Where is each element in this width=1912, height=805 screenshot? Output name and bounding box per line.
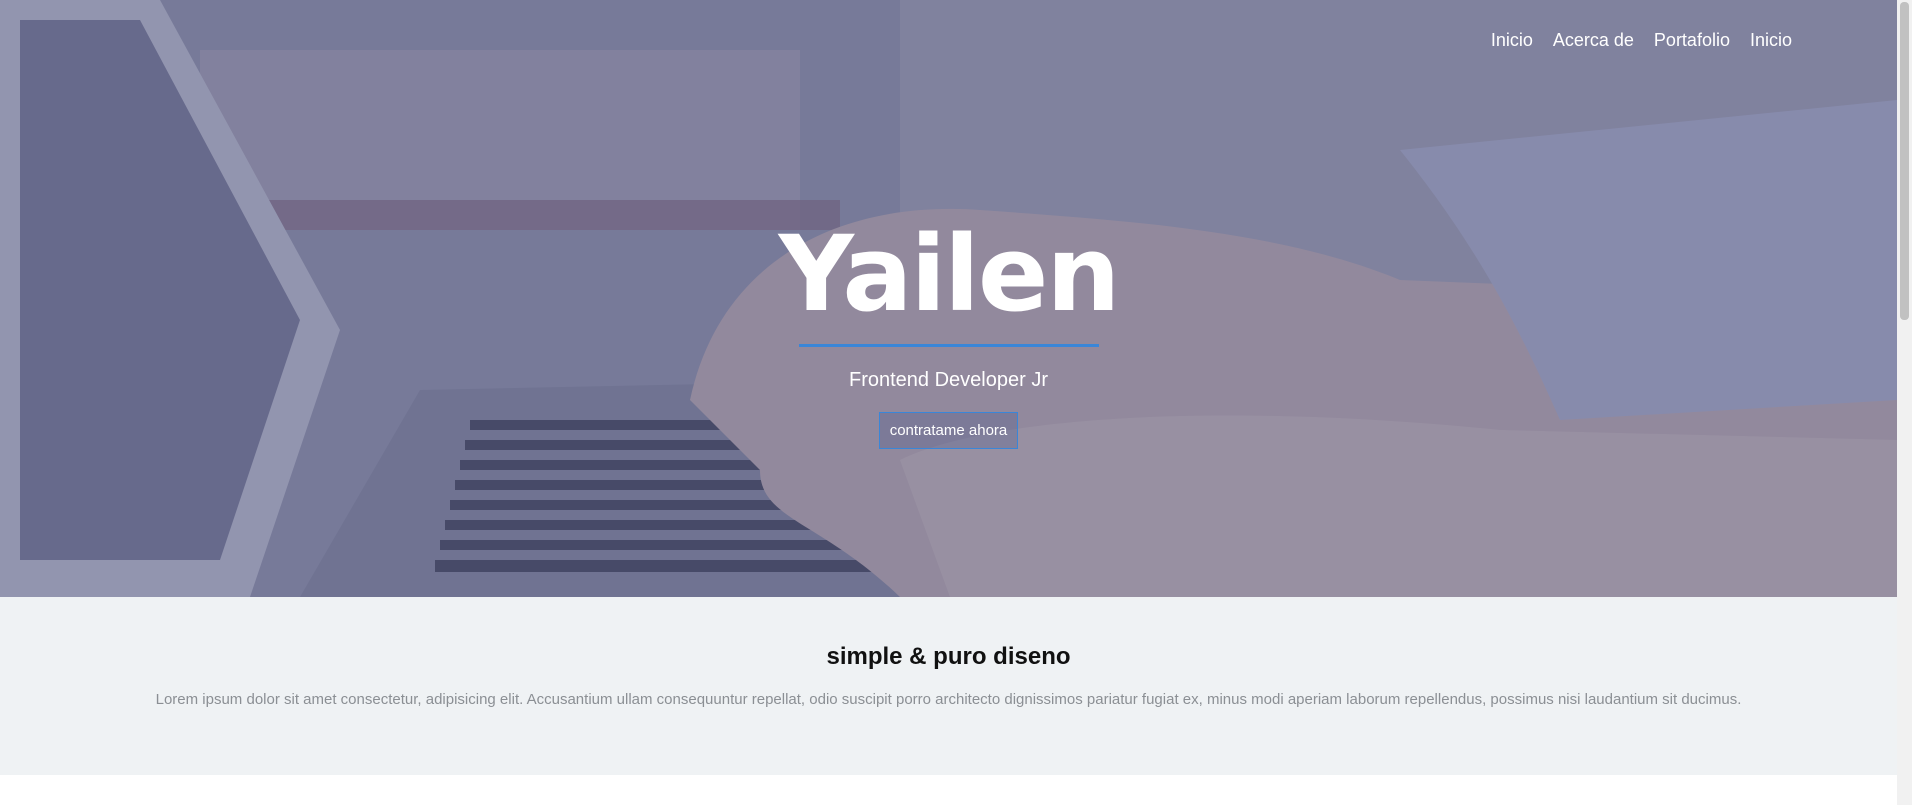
hero-title: Yailen: [778, 213, 1121, 335]
section-title: simple & puro diseno: [826, 643, 1071, 670]
scrollbar-thumb[interactable]: [1900, 2, 1909, 320]
nav-item-portafolio[interactable]: Portafolio: [1654, 30, 1730, 51]
hero-subtitle: Frontend Developer Jr: [849, 369, 1048, 391]
page: Inicio Acerca de Portafolio Inicio Yaile…: [0, 0, 1897, 805]
vertical-scrollbar[interactable]: [1897, 0, 1912, 805]
hero-divider: [798, 344, 1099, 347]
hero-section: Inicio Acerca de Portafolio Inicio Yaile…: [0, 0, 1897, 597]
nav-item-inicio[interactable]: Inicio: [1491, 30, 1533, 51]
next-section-start: [0, 775, 1897, 805]
main-nav: Inicio Acerca de Portafolio Inicio: [1491, 30, 1792, 51]
section-text: Lorem ipsum dolor sit amet consectetur, …: [155, 691, 1742, 708]
intro-section: simple & puro diseno Lorem ipsum dolor s…: [0, 597, 1897, 775]
hero-content: Yailen Frontend Developer Jr contratame …: [0, 222, 1897, 449]
hire-me-button[interactable]: contratame ahora: [878, 412, 1019, 449]
nav-item-inicio-2[interactable]: Inicio: [1750, 30, 1792, 51]
nav-item-acerca-de[interactable]: Acerca de: [1553, 30, 1634, 51]
